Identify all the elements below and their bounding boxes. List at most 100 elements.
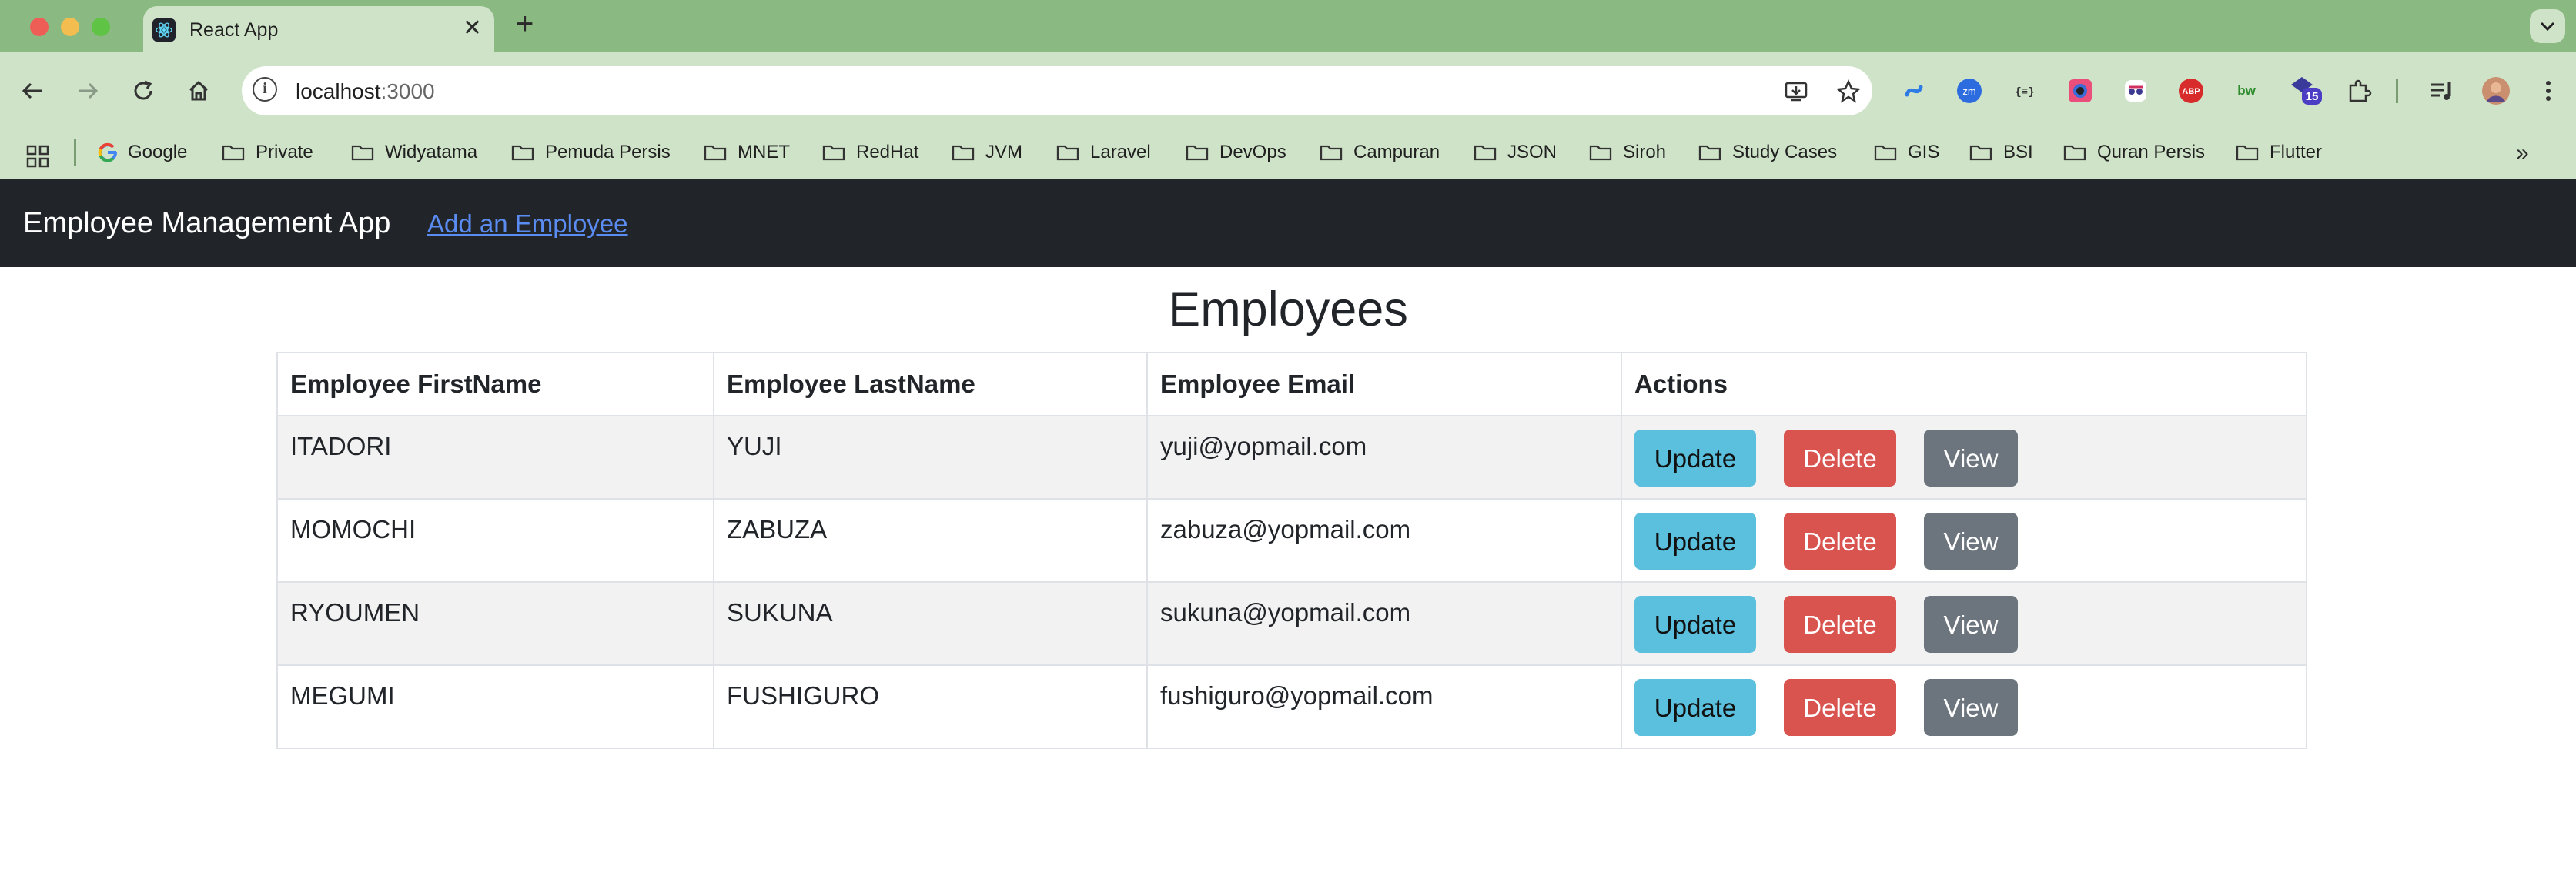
- tab-search-button[interactable]: [2530, 9, 2565, 43]
- view-button[interactable]: View: [1924, 596, 2018, 653]
- column-header-firstname: Employee FirstName: [276, 352, 714, 416]
- update-button[interactable]: Update: [1634, 513, 1756, 570]
- bookmark-folder[interactable]: MNET: [704, 137, 790, 168]
- bookmark-google[interactable]: Google: [97, 137, 187, 168]
- cell-actions: Update Delete View: [1621, 664, 2307, 749]
- extension-badge-icon[interactable]: 15: [2288, 74, 2323, 106]
- bookmark-label: JSON: [1507, 142, 1557, 162]
- more-bookmarks-icon[interactable]: »: [2516, 140, 2529, 166]
- delete-button[interactable]: Delete: [1784, 679, 1896, 736]
- forward-button[interactable]: [71, 74, 105, 108]
- view-button[interactable]: View: [1924, 513, 2018, 570]
- bookmark-folder[interactable]: DevOps: [1186, 137, 1286, 168]
- extension-swirl-icon[interactable]: [1900, 77, 1928, 105]
- table-row: RYOUMEN SUKUNA sukuna@yopmail.com Update…: [276, 581, 2307, 666]
- new-tab-icon[interactable]: +: [516, 7, 534, 42]
- extension-bw-icon[interactable]: bw: [2233, 77, 2260, 105]
- arrow-right-icon: [79, 82, 99, 99]
- delete-button[interactable]: Delete: [1784, 430, 1896, 487]
- profile-avatar[interactable]: [2482, 77, 2510, 105]
- maximize-window-button[interactable]: [92, 18, 110, 36]
- svg-text:ABP: ABP: [2182, 87, 2200, 96]
- bookmarks-divider: [74, 139, 76, 166]
- close-tab-icon[interactable]: ✕: [463, 15, 482, 42]
- bookmark-folder[interactable]: Widyatama: [351, 137, 477, 168]
- table-row: MEGUMI FUSHIGURO fushiguro@yopmail.com U…: [276, 664, 2307, 749]
- cell-firstname: MOMOCHI: [276, 498, 714, 583]
- browser-toolbar: i localhost:3000 zm {≡} ABP bw 15: [0, 52, 2576, 129]
- folder-icon: [1589, 145, 1612, 161]
- bookmark-label: Quran Persis: [2097, 142, 2206, 162]
- chevron-down-icon: [2540, 22, 2555, 32]
- view-button[interactable]: View: [1924, 679, 2018, 736]
- cell-email: fushiguro@yopmail.com: [1146, 664, 1622, 749]
- extensions-puzzle-icon[interactable]: [2345, 77, 2373, 105]
- cell-firstname: ITADORI: [276, 415, 714, 500]
- bookmark-folder[interactable]: JSON: [1474, 137, 1557, 168]
- site-info-icon[interactable]: i: [253, 77, 277, 102]
- back-button[interactable]: [15, 74, 49, 108]
- svg-text:bw: bw: [2237, 83, 2256, 98]
- extension-incognito-icon[interactable]: [2122, 77, 2149, 105]
- install-app-icon[interactable]: [1783, 79, 1809, 105]
- cell-actions: Update Delete View: [1621, 415, 2307, 500]
- bookmark-folder[interactable]: Quran Persis: [2063, 137, 2205, 168]
- folder-icon: [1698, 145, 1721, 161]
- bookmark-folder[interactable]: RedHat: [822, 137, 918, 168]
- media-queue-icon[interactable]: [2428, 77, 2456, 105]
- react-icon: [152, 18, 176, 42]
- extension-zm-icon[interactable]: zm: [1955, 77, 1983, 105]
- address-url[interactable]: localhost:3000: [296, 79, 435, 104]
- bookmark-label: Laravel: [1090, 142, 1151, 162]
- update-button[interactable]: Update: [1634, 430, 1756, 487]
- table-header-row: Employee FirstName Employee LastName Emp…: [276, 352, 2307, 416]
- folder-icon: [1874, 145, 1897, 161]
- bookmark-label: Study Cases: [1732, 142, 1838, 162]
- add-employee-link[interactable]: Add an Employee: [427, 209, 628, 239]
- bookmark-folder[interactable]: Siroh: [1589, 137, 1666, 168]
- cell-firstname: MEGUMI: [276, 664, 714, 749]
- app-brand[interactable]: Employee Management App: [23, 207, 390, 240]
- bookmark-folder[interactable]: Laravel: [1056, 137, 1151, 168]
- toolbar-divider: [2396, 79, 2398, 103]
- bookmark-star-icon[interactable]: [1835, 79, 1862, 105]
- update-button[interactable]: Update: [1634, 596, 1756, 653]
- browser-tab[interactable]: React App ✕: [143, 6, 494, 52]
- bookmark-label: GIS: [1908, 142, 1940, 162]
- cell-lastname: SUKUNA: [713, 581, 1148, 666]
- svg-text:zm: zm: [1962, 85, 1975, 97]
- bookmark-folder[interactable]: BSI: [1969, 137, 2033, 168]
- bookmark-folder[interactable]: GIS: [1874, 137, 1939, 168]
- bookmark-label: Siroh: [1623, 142, 1667, 162]
- bookmark-label: JVM: [985, 142, 1022, 162]
- apps-grid-icon[interactable]: [26, 145, 49, 168]
- extension-colorpicker-icon[interactable]: [2066, 77, 2094, 105]
- home-icon: [189, 80, 209, 101]
- browser-menu-icon[interactable]: [2534, 77, 2562, 105]
- address-bar[interactable]: i localhost:3000: [242, 66, 1872, 115]
- bookmarks-bar: Google Private Widyatama Pemuda Persis M…: [0, 129, 2576, 179]
- tab-title: React App: [189, 19, 279, 41]
- bookmark-folder[interactable]: Campuran: [1320, 137, 1440, 168]
- reload-button[interactable]: [126, 74, 160, 108]
- update-button[interactable]: Update: [1634, 679, 1756, 736]
- bookmark-folder[interactable]: Pemuda Persis: [511, 137, 671, 168]
- close-window-button[interactable]: [30, 18, 49, 36]
- extension-adblock-icon[interactable]: ABP: [2177, 77, 2205, 105]
- app-navbar: Employee Management App Add an Employee: [0, 179, 2576, 267]
- cell-lastname: YUJI: [713, 415, 1148, 500]
- extension-json-icon[interactable]: {≡}: [2011, 77, 2039, 105]
- delete-button[interactable]: Delete: [1784, 596, 1896, 653]
- bookmark-folder[interactable]: JVM: [952, 137, 1022, 168]
- minimize-window-button[interactable]: [61, 18, 79, 36]
- cell-actions: Update Delete View: [1621, 581, 2307, 666]
- cell-lastname: ZABUZA: [713, 498, 1148, 583]
- folder-icon: [351, 145, 374, 161]
- delete-button[interactable]: Delete: [1784, 513, 1896, 570]
- view-button[interactable]: View: [1924, 430, 2018, 487]
- bookmark-folder[interactable]: Flutter: [2236, 137, 2322, 168]
- bookmark-folder[interactable]: Private: [222, 137, 313, 168]
- bookmark-folder[interactable]: Study Cases: [1698, 137, 1837, 168]
- cell-lastname: FUSHIGURO: [713, 664, 1148, 749]
- home-button[interactable]: [182, 74, 216, 108]
